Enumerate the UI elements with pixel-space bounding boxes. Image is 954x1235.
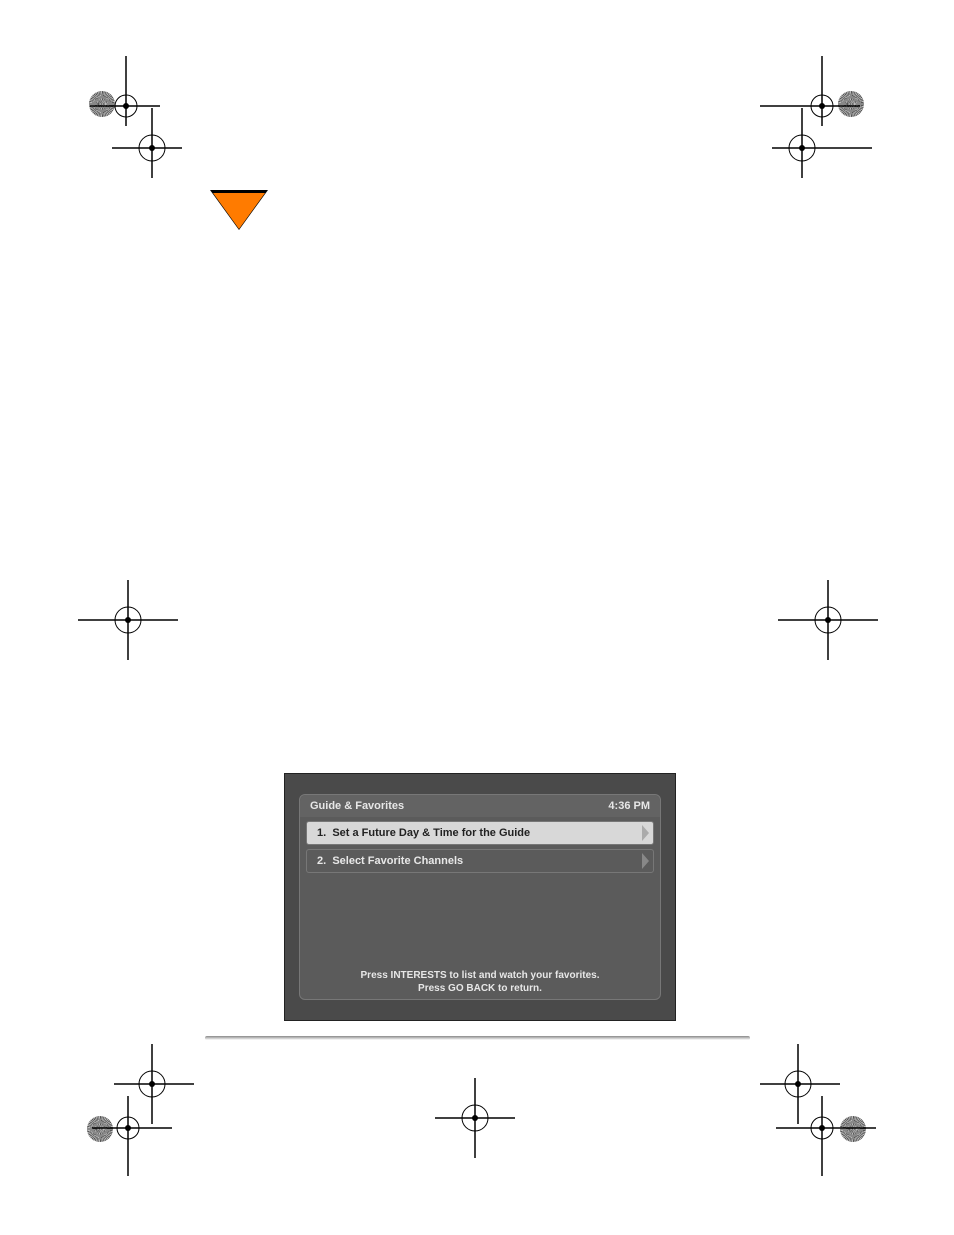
print-mark-circle (87, 1116, 113, 1142)
guide-item-number: 1. (317, 827, 326, 839)
guide-item-number: 2. (317, 855, 326, 867)
guide-header: Guide & Favorites 4:36 PM (300, 795, 660, 817)
print-mark-circle (838, 91, 864, 117)
guide-item-label: Set a Future Day & Time for the Guide (332, 827, 530, 839)
guide-title: Guide & Favorites (310, 800, 404, 812)
guide-item-label: Select Favorite Channels (332, 855, 463, 867)
guide-favorites-screenshot: Guide & Favorites 4:36 PM 1. Set a Futur… (284, 773, 676, 1021)
chevron-right-icon (642, 825, 649, 841)
crop-mark-top-left-b (112, 108, 182, 178)
crop-mark-top-right-b (772, 108, 872, 178)
guide-footer-line: Press INTERESTS to list and watch your f… (300, 969, 660, 982)
guide-panel: Guide & Favorites 4:36 PM 1. Set a Futur… (299, 794, 661, 1000)
crop-mark-bottom-left-a (114, 1044, 194, 1124)
guide-item-select-favorites[interactable]: 2. Select Favorite Channels (306, 849, 654, 873)
crop-mark-bottom-center (435, 1078, 515, 1158)
crop-mark-middle-left (78, 580, 178, 660)
guide-item-set-future[interactable]: 1. Set a Future Day & Time for the Guide (306, 821, 654, 845)
chevron-right-icon (642, 853, 649, 869)
down-triangle-icon (213, 193, 265, 229)
print-mark-circle (89, 91, 115, 117)
guide-footer-line: Press GO BACK to return. (300, 982, 660, 995)
divider (205, 1036, 750, 1040)
guide-clock: 4:36 PM (608, 800, 650, 812)
guide-footer: Press INTERESTS to list and watch your f… (300, 969, 660, 995)
print-mark-circle (840, 1116, 866, 1142)
crop-mark-bottom-right-a (760, 1044, 840, 1124)
crop-mark-middle-right (778, 580, 878, 660)
